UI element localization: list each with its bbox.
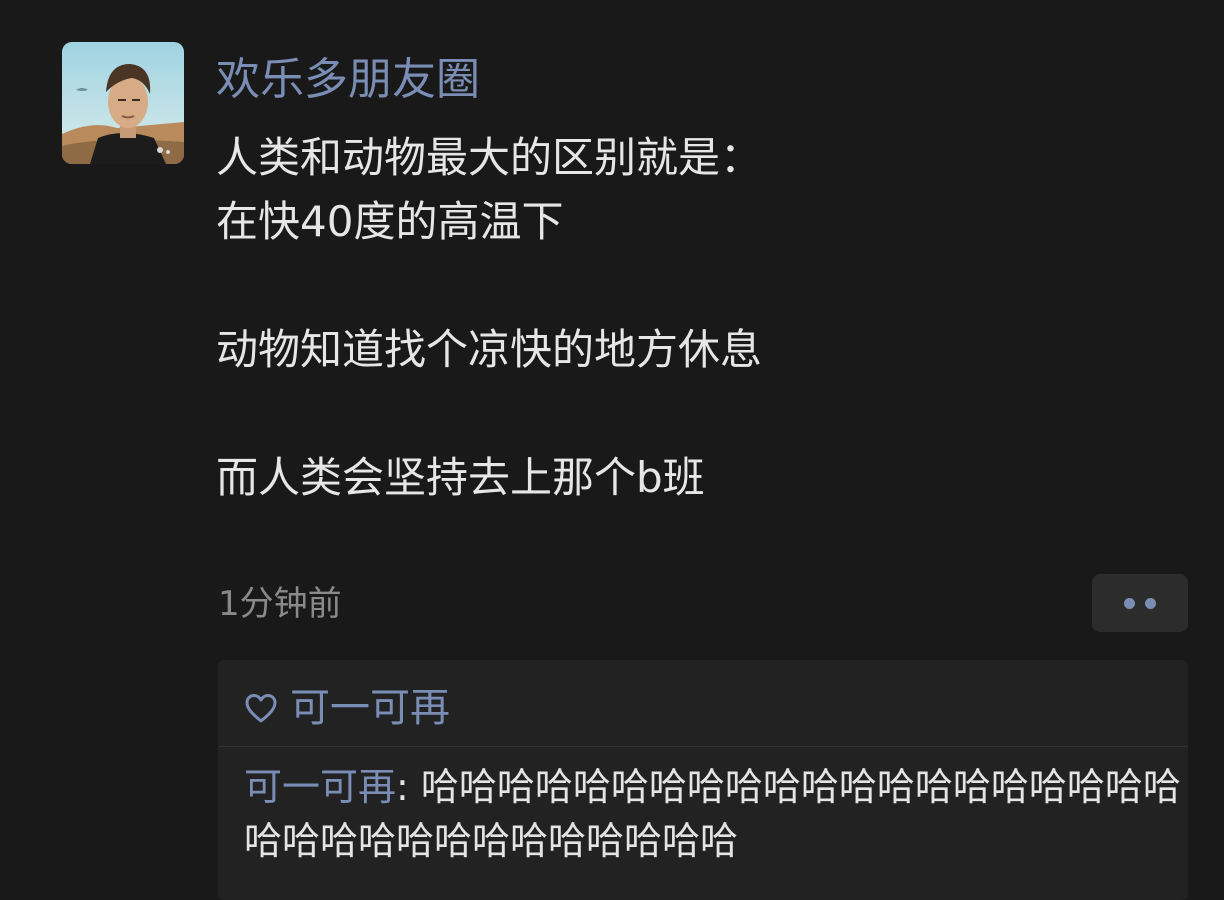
post-line [216,382,1176,446]
post-line [216,254,1176,318]
more-dot-icon [1145,597,1156,609]
likes-row: 可一可再 [244,680,450,736]
avatar-image [62,42,184,164]
post-line: 人类和动物最大的区别就是： [216,133,763,182]
more-dot-icon [1124,597,1135,609]
liker-name[interactable]: 可一可再 [290,680,450,736]
more-actions-button[interactable] [1092,574,1188,632]
comment-item[interactable]: 可一可再: 哈哈哈哈哈哈哈哈哈哈哈哈哈哈哈哈哈哈哈哈哈哈哈哈哈哈哈哈哈哈哈哈哈 [244,760,1184,868]
post-line: 在快40度的高温下 [216,197,564,246]
post-username[interactable]: 欢乐多朋友圈 [216,52,480,108]
panel-divider [218,746,1188,747]
post-line: 而人类会坚持去上那个b班 [216,453,705,502]
comment-author[interactable]: 可一可再 [244,765,396,809]
heart-icon [245,694,277,723]
comment-separator: : [396,765,421,809]
interaction-panel: 可一可再 可一可再: 哈哈哈哈哈哈哈哈哈哈哈哈哈哈哈哈哈哈哈哈哈哈哈哈哈哈哈哈哈… [218,660,1188,900]
post-content: 人类和动物最大的区别就是： 在快40度的高温下 动物知道找个凉快的地方休息 而人… [216,126,1176,510]
post-timestamp: 1分钟前 [218,584,342,624]
post-line: 动物知道找个凉快的地方休息 [216,325,763,374]
avatar[interactable] [62,42,184,164]
